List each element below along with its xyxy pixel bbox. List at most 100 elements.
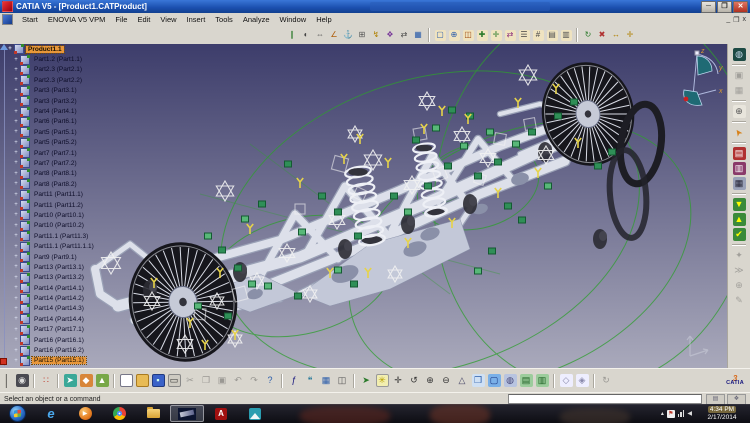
selective-load-icon[interactable]: ▤ <box>546 29 559 42</box>
catalog-browser-icon[interactable]: ◫ <box>335 373 350 388</box>
tree-expander[interactable]: + <box>12 140 20 146</box>
tree-expander[interactable]: + <box>12 88 20 94</box>
minimize-button[interactable]: ─ <box>701 0 716 13</box>
insert-component-icon[interactable]: ▢ <box>434 29 447 42</box>
tree-expander[interactable]: + <box>12 306 20 312</box>
tree-expander[interactable]: + <box>12 285 20 291</box>
menu-analyze[interactable]: Analyze <box>238 15 275 24</box>
tree-expander[interactable]: + <box>12 327 20 333</box>
taskbar-catia-active[interactable] <box>170 405 204 422</box>
zoom-in-icon[interactable]: ⊕ <box>423 373 438 388</box>
tree-expander[interactable]: + <box>12 264 20 270</box>
save-management-1-icon[interactable]: ▼ <box>732 197 747 212</box>
taskbar-file-explorer[interactable] <box>136 405 170 422</box>
save-management-3-icon[interactable]: ✔ <box>732 227 747 242</box>
tree-node-part11-part11.1-[interactable]: + Part11 (Part11.1) <box>0 189 130 200</box>
tray-expand-icon[interactable]: ▴ <box>661 410 664 417</box>
tree-expander[interactable]: + <box>12 67 20 73</box>
tree-expander[interactable]: + <box>12 192 20 198</box>
tree-node-product1.1[interactable]: + Product1.1 <box>0 44 130 55</box>
tree-expander[interactable]: + <box>12 316 20 322</box>
zoom-out-icon[interactable]: ⊖ <box>439 373 454 388</box>
tree-node-part5-part5.2-[interactable]: + Part5 (Part5.2) <box>0 137 130 148</box>
multi-view-icon[interactable]: ❒ <box>471 373 486 388</box>
tree-node-part17-part17.1-[interactable]: + Part17 (Part17.1) <box>0 324 130 335</box>
tree-node-part4-part4.1-[interactable]: + Part4 (Part4.1) <box>0 106 130 117</box>
open-document-icon[interactable] <box>135 373 150 388</box>
design-table-icon[interactable]: ▦ <box>319 373 334 388</box>
clash-analysis-icon[interactable]: ✖ <box>596 29 609 42</box>
screen-layout-1-icon[interactable]: ▤ <box>519 373 534 388</box>
tree-node-part14-part14.2-[interactable]: + Part14 (Part14.2) <box>0 293 130 304</box>
angle-constraint-icon[interactable]: ∠ <box>328 29 341 42</box>
knowledge-fx-icon[interactable]: ƒ <box>287 373 302 388</box>
taskbar-photo-viewer[interactable] <box>238 405 272 422</box>
tree-node-part7-part7.1-[interactable]: + Part7 (Part7.1) <box>0 148 130 159</box>
menu-enovia-v5-vpm[interactable]: ENOVIA V5 VPM <box>43 15 111 24</box>
tree-node-part7-part7.2-[interactable]: + Part7 (Part7.2) <box>0 158 130 169</box>
pan-icon[interactable]: ✛ <box>391 373 406 388</box>
insert-part-icon[interactable]: ◫ <box>462 29 475 42</box>
product-structure-icon[interactable]: ▤ <box>732 146 747 161</box>
tree-node-part9-part9.1-[interactable]: + Part9 (Part9.1) <box>0 252 130 262</box>
flexible-rigid-sub-assembly-icon[interactable]: ❖ <box>384 29 397 42</box>
tree-node-part15-part15.1-[interactable]: + Part15 (Part15.1) <box>0 355 130 366</box>
fix-together-icon[interactable]: ⊞ <box>356 29 369 42</box>
normal-view-icon[interactable]: △ <box>455 373 470 388</box>
select-arrow-icon[interactable]: ➤ <box>732 125 747 140</box>
tree-expander[interactable]: + <box>12 296 20 302</box>
tree-node-part16-part16.1-[interactable]: + Part16 (Part16.1) <box>0 335 130 346</box>
tree-node-part6-part6.1-[interactable]: + Part6 (Part6.1) <box>0 116 130 127</box>
tree-expander[interactable]: + <box>12 223 20 229</box>
tree-expander[interactable]: + <box>12 337 20 343</box>
network-icon[interactable] <box>677 410 685 417</box>
tree-node-part10-part10.1-[interactable]: + Part10 (Part10.1) <box>0 210 130 221</box>
measure-between-icon[interactable]: ↔ <box>610 29 623 42</box>
whats-this-icon[interactable]: ? <box>263 373 278 388</box>
tree-node-part11.1-part11.1.1-[interactable]: + Part11.1 (Part11.1.1) <box>0 241 130 252</box>
tree-expander[interactable]: + <box>12 348 20 354</box>
reuse-pattern-icon[interactable]: ▦ <box>412 29 425 42</box>
menu-insert[interactable]: Insert <box>182 15 211 24</box>
fit-all-in-icon[interactable]: ✳ <box>375 373 390 388</box>
tree-node-part10-part10.2-[interactable]: + Part10 (Part10.2) <box>0 220 130 231</box>
tree-expander[interactable]: + <box>12 202 20 208</box>
mdi-restore-button[interactable]: ❐ <box>733 16 739 24</box>
tree-expander[interactable]: + <box>6 46 14 52</box>
menu-start[interactable]: Start <box>17 15 43 24</box>
macro-orange-icon[interactable]: ◆ <box>79 373 94 388</box>
tree-expander[interactable]: + <box>12 181 20 187</box>
tree-expander[interactable]: + <box>12 254 20 260</box>
restore-button[interactable]: ❐ <box>717 0 732 13</box>
insert-product-icon[interactable]: ⊕ <box>448 29 461 42</box>
tree-expander[interactable]: + <box>12 57 20 63</box>
taskbar-start[interactable] <box>0 405 34 422</box>
enovia-world-icon[interactable]: ◍ <box>732 47 747 62</box>
menu-edit[interactable]: Edit <box>132 15 155 24</box>
tree-expander[interactable]: + <box>12 160 20 166</box>
tree-expander[interactable]: + <box>12 233 20 239</box>
comment-bubble-icon[interactable]: ❝ <box>303 373 318 388</box>
isometric-view-icon[interactable]: ▢ <box>487 373 502 388</box>
pointer-snap-icon[interactable]: ⊕ <box>732 104 747 119</box>
tree-node-part13-part13.1-[interactable]: + Part13 (Part13.1) <box>0 262 130 273</box>
coincidence-constraint-icon[interactable]: ∥ <box>286 29 299 42</box>
save-management-2-icon[interactable]: ▲ <box>732 212 747 227</box>
close-button[interactable]: ✕ <box>733 0 748 13</box>
tree-node-part3-part3.2-[interactable]: + Part3 (Part3.2) <box>0 96 130 107</box>
tree-node-part8-part8.1-[interactable]: + Part8 (Part8.1) <box>0 168 130 179</box>
tree-expander[interactable]: + <box>12 275 20 281</box>
screen-layout-2-icon[interactable]: ▥ <box>535 373 550 388</box>
save-document-icon[interactable]: ▪ <box>151 373 166 388</box>
menu-file[interactable]: File <box>110 15 132 24</box>
tree-node-part5-part5.1-[interactable]: + Part5 (Part5.1) <box>0 127 130 138</box>
contact-constraint-icon[interactable]: ◐ <box>300 29 313 42</box>
tree-node-part11.1-part11.3-[interactable]: + Part11.1 (Part11.3) <box>0 231 130 242</box>
tree-node-part8-part8.2-[interactable]: + Part8 (Part8.2) <box>0 179 130 190</box>
tree-expander[interactable]: + <box>12 244 20 250</box>
replace-component-icon[interactable]: ⇄ <box>504 29 517 42</box>
taskbar-chrome[interactable] <box>102 405 136 422</box>
tree-expander[interactable]: + <box>12 77 20 83</box>
toolbar-grab-handle[interactable] <box>5 373 10 388</box>
fly-mode-icon[interactable]: ➤ <box>359 373 374 388</box>
